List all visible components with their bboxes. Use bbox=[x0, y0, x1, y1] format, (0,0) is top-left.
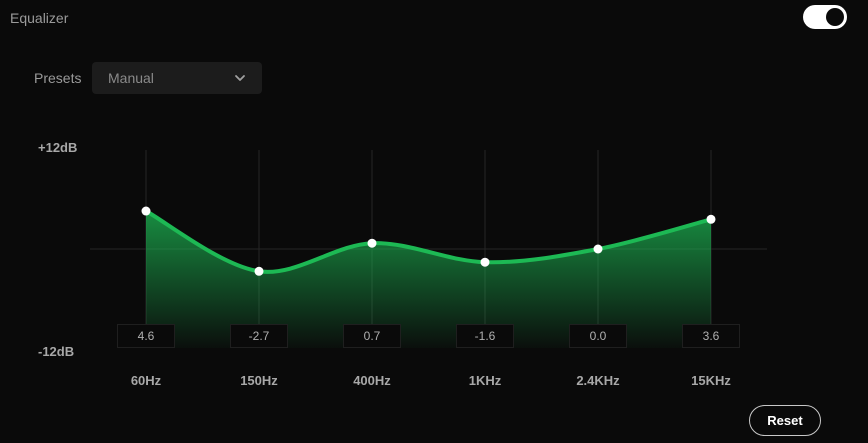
band-handle-60hz[interactable] bbox=[141, 206, 151, 216]
band-handle-400hz[interactable] bbox=[367, 238, 377, 248]
band-freq-label-60hz: 60Hz bbox=[130, 373, 162, 388]
band-value-150hz[interactable]: -2.7 bbox=[230, 324, 288, 348]
band-handle-1khz[interactable] bbox=[480, 257, 490, 267]
band-handle-2.4khz[interactable] bbox=[593, 244, 603, 254]
band-value-400hz[interactable]: 0.7 bbox=[343, 324, 401, 348]
band-freq-label-150hz: 150Hz bbox=[240, 373, 278, 388]
band-handle-150hz[interactable] bbox=[254, 266, 264, 276]
reset-button[interactable]: Reset bbox=[749, 405, 821, 436]
band-freq-label-1khz: 1KHz bbox=[468, 373, 502, 388]
band-value-15khz[interactable]: 3.6 bbox=[682, 324, 740, 348]
band-value-60hz[interactable]: 4.6 bbox=[117, 324, 175, 348]
band-value-2.4khz[interactable]: 0.0 bbox=[569, 324, 627, 348]
band-freq-label-15khz: 15KHz bbox=[691, 373, 731, 388]
band-freq-label-400hz: 400Hz bbox=[353, 373, 391, 388]
band-freq-label-2.4khz: 2.4KHz bbox=[576, 373, 620, 388]
band-value-1khz[interactable]: -1.6 bbox=[456, 324, 514, 348]
band-handle-15khz[interactable] bbox=[706, 214, 716, 224]
